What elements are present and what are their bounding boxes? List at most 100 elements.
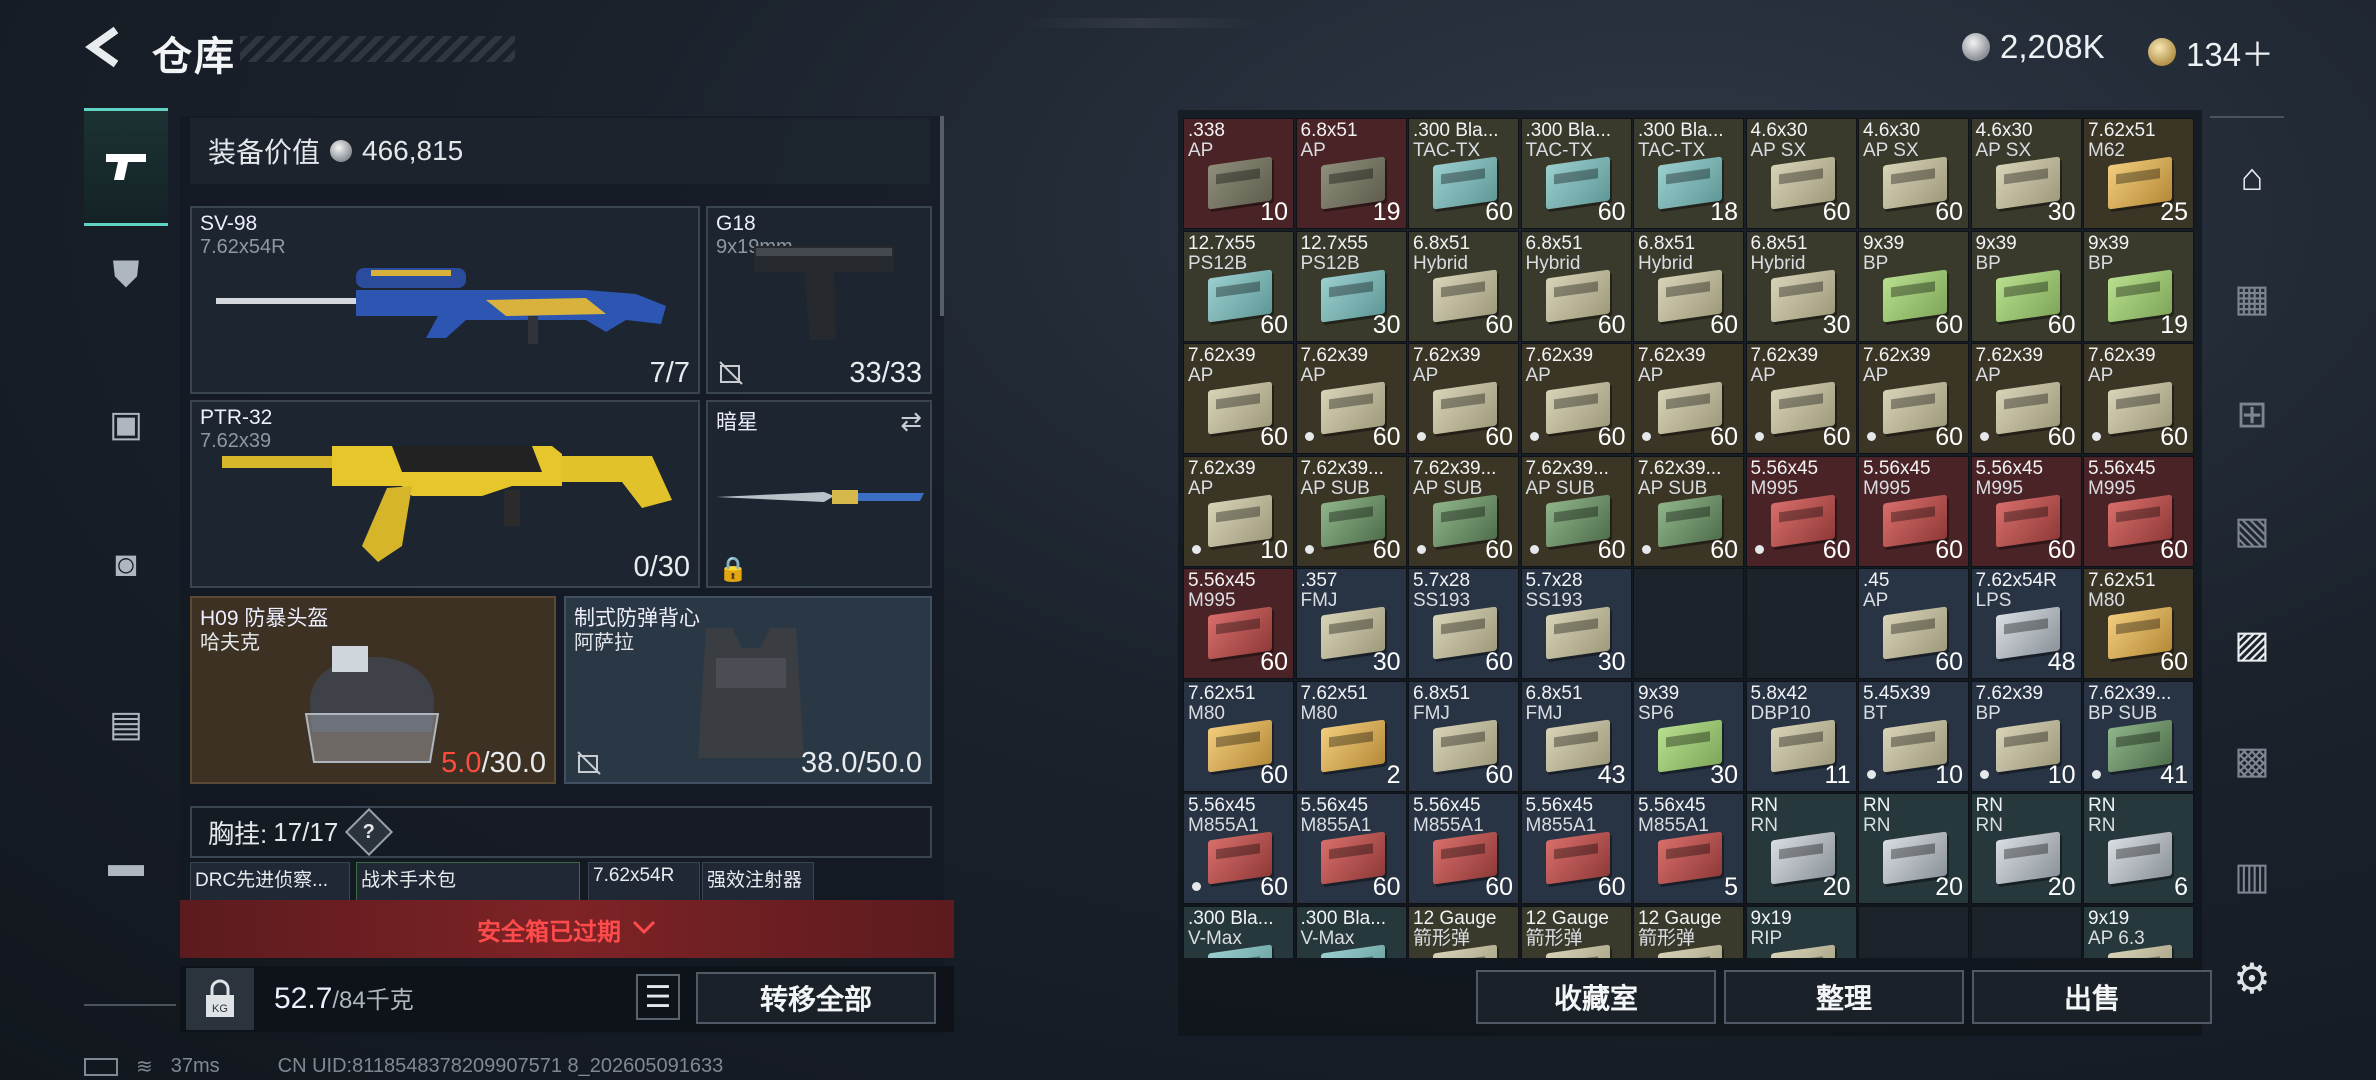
inventory-item[interactable]: 9x19 AP 6.3	[2083, 905, 2194, 958]
storage-tab-4-add[interactable]: ⊞	[2224, 386, 2280, 442]
inventory-item[interactable]: 5.56x45 M855A1 5	[1633, 793, 1744, 904]
organize-button[interactable]: 整理	[1724, 970, 1964, 1024]
inventory-item[interactable]: 7.62x51 M80 60	[2083, 568, 2194, 679]
inventory-item[interactable]: 12 Gauge 箭形弹	[1408, 905, 1519, 958]
inventory-item[interactable]: 9x39 SP6 30	[1633, 680, 1744, 792]
inventory-item[interactable]: 12.7x55 PS12B 30	[1295, 230, 1407, 342]
storage-tab-main[interactable]: ⌂	[2224, 150, 2280, 206]
inventory-item[interactable]: .338 AP 10	[1183, 118, 1294, 229]
inventory-item[interactable]: 6.8x51 Hybrid 30	[1745, 230, 1857, 342]
inventory-item[interactable]: 7.62x51 M62 25	[2083, 118, 2194, 229]
inventory-item[interactable]: .300 Bla... TAC-TX 60	[1520, 118, 1632, 229]
collection-room-button[interactable]: 收藏室	[1476, 970, 1716, 1024]
slot-secondary-weapon[interactable]: PTR-32 7.62x39 0/30	[190, 400, 700, 588]
inventory-item[interactable]: 5.7x28 SS193 30	[1520, 568, 1632, 679]
tab-toolbox[interactable]: ▬	[84, 808, 168, 920]
inventory-item[interactable]: 5.8x42 DBP10 11	[1745, 680, 1857, 792]
inventory-item[interactable]: 7.62x39 AP 60	[1520, 343, 1632, 454]
gold-currency[interactable]: 134＋	[2148, 28, 2274, 76]
inventory-item[interactable]: 7.62x54R LPS 48	[1970, 568, 2082, 679]
inventory-item[interactable]: 6.8x51 FMJ 60	[1408, 680, 1519, 792]
inventory-item[interactable]: 5.56x45 M995 60	[2083, 455, 2194, 567]
inventory-item[interactable]: 6.8x51 Hybrid 60	[1520, 230, 1632, 342]
loadout-scrollbar[interactable]	[940, 116, 944, 316]
storage-tab-4[interactable]: ▨	[2224, 616, 2280, 672]
inventory-item[interactable]: 7.62x39... AP SUB 60	[1408, 455, 1519, 567]
chest-item-3[interactable]: 7.62x54R	[588, 862, 700, 902]
inventory-item[interactable]: 7.62x39 AP 60	[1858, 343, 1969, 454]
tab-armor[interactable]: ⛊	[84, 218, 168, 330]
chest-rig-header[interactable]: 胸挂: 17/17 ?	[190, 806, 932, 858]
inventory-item[interactable]: 5.56x45 M995 60	[1858, 455, 1969, 567]
list-view-button[interactable]: ☰	[636, 974, 680, 1020]
inventory-item[interactable]: 4.6x30 AP SX 60	[1858, 118, 1969, 229]
inventory-item[interactable]: 7.62x39 AP 60	[1633, 343, 1744, 454]
inventory-item[interactable]: 12.7x55 PS12B 60	[1183, 230, 1294, 342]
inventory-item[interactable]: 6.8x51 Hybrid 60	[1633, 230, 1744, 342]
inventory-item[interactable]: 12 Gauge 箭形弹	[1520, 905, 1632, 958]
inventory-item[interactable]: 7.62x39 AP 60	[1183, 343, 1294, 454]
inventory-item[interactable]: 7.62x39... AP SUB 60	[1295, 455, 1407, 567]
inventory-item[interactable]: .300 Bla... V-Max	[1183, 905, 1294, 958]
chest-item-1[interactable]: DRC先进侦察...	[190, 862, 350, 902]
empty-slot[interactable]	[1633, 568, 1744, 679]
inventory-item[interactable]: .300 Bla... V-Max	[1295, 905, 1407, 958]
inventory-item[interactable]: 7.62x39 AP 60	[1295, 343, 1407, 454]
tab-backpack[interactable]: ▣	[84, 368, 168, 480]
inventory-item[interactable]: 4.6x30 AP SX 60	[1745, 118, 1857, 229]
inventory-item[interactable]: 7.62x39... AP SUB 60	[1633, 455, 1744, 567]
empty-slot[interactable]	[1970, 905, 2082, 958]
inventory-item[interactable]: 5.56x45 M995 60	[1970, 455, 2082, 567]
inventory-item[interactable]: 9x19 RIP	[1745, 905, 1857, 958]
inventory-item[interactable]: RN RN 20	[1858, 793, 1969, 904]
sell-button[interactable]: 出售	[1972, 970, 2212, 1024]
slot-body-armor[interactable]: 制式防弹背心 阿萨拉 38.0/50.0	[564, 596, 932, 784]
inventory-item[interactable]: 7.62x39 AP 10	[1183, 455, 1294, 567]
empty-slot[interactable]	[1858, 905, 1969, 958]
inventory-item[interactable]: 9x39 BP 60	[1858, 230, 1969, 342]
inventory-item[interactable]: 7.62x39 AP 60	[1745, 343, 1857, 454]
transfer-all-button[interactable]: 转移全部	[696, 972, 936, 1024]
tab-weapons[interactable]	[84, 108, 168, 226]
inventory-item[interactable]: 6.8x51 Hybrid 60	[1408, 230, 1519, 342]
swap-icon[interactable]: ⇄	[900, 406, 922, 437]
tab-container[interactable]: ▤	[84, 668, 168, 780]
inventory-item[interactable]: 6.8x51 FMJ 43	[1520, 680, 1632, 792]
inventory-item[interactable]: 7.62x39 AP 60	[1408, 343, 1519, 454]
inventory-item[interactable]: 5.7x28 SS193 60	[1408, 568, 1519, 679]
inventory-item[interactable]: 5.56x45 M995 60	[1745, 455, 1857, 567]
inventory-item[interactable]: RN RN 20	[1970, 793, 2082, 904]
slot-pistol[interactable]: G18 9x19mm 33/33	[706, 206, 932, 394]
inventory-item[interactable]: 5.56x45 M995 60	[1183, 568, 1294, 679]
chest-item-4[interactable]: 强效注射器	[702, 862, 814, 902]
inventory-item[interactable]: RN RN 6	[2083, 793, 2194, 904]
inventory-item[interactable]: 7.62x39... AP SUB 60	[1520, 455, 1632, 567]
inventory-item[interactable]: 4.6x30 AP SX 30	[1970, 118, 2082, 229]
inventory-item[interactable]: 9x39 BP 60	[1970, 230, 2082, 342]
inventory-item[interactable]: 5.56x45 M855A1 60	[1183, 793, 1294, 904]
storage-tab-3b[interactable]: ▥	[2224, 848, 2280, 904]
empty-slot[interactable]	[1745, 568, 1857, 679]
inventory-item[interactable]: 7.62x39 AP 60	[2083, 343, 2194, 454]
inventory-item[interactable]: 7.62x39 BP 10	[1970, 680, 2082, 792]
storage-tab-5b[interactable]: ▩	[2224, 732, 2280, 788]
inventory-item[interactable]: 9x39 BP 19	[2083, 230, 2194, 342]
safebox-expired-banner[interactable]: 安全箱已过期	[180, 900, 954, 958]
inventory-item[interactable]: RN RN 20	[1745, 793, 1857, 904]
inventory-item[interactable]: 7.62x51 M80 2	[1295, 680, 1407, 792]
inventory-item[interactable]: 7.62x39 AP 60	[1970, 343, 2082, 454]
tab-bag[interactable]: ◙	[84, 508, 168, 620]
help-icon[interactable]: ?	[345, 807, 394, 857]
inventory-item[interactable]: 6.8x51 AP 19	[1295, 118, 1407, 229]
inventory-item[interactable]: 12 Gauge 箭形弹	[1633, 905, 1744, 958]
inventory-item[interactable]: .357 FMJ 30	[1295, 568, 1407, 679]
storage-tab-3[interactable]: ▧	[2224, 502, 2280, 558]
inventory-item[interactable]: 5.45x39 BT 10	[1858, 680, 1969, 792]
inventory-item[interactable]: 7.62x39... BP SUB 41	[2083, 680, 2194, 792]
slot-melee[interactable]: 暗星 ⇄ 🔒	[706, 400, 932, 588]
back-arrow-icon[interactable]	[82, 24, 128, 70]
storage-tab-5[interactable]: ▦	[2224, 270, 2280, 326]
inventory-item[interactable]: .45 AP 60	[1858, 568, 1969, 679]
inventory-item[interactable]: .300 Bla... TAC-TX 60	[1408, 118, 1519, 229]
inventory-item[interactable]: .300 Bla... TAC-TX 18	[1633, 118, 1744, 229]
